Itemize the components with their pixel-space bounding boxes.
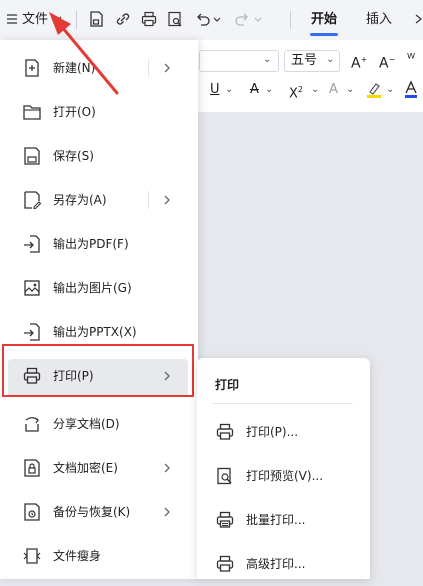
chevron-right-icon[interactable] (160, 58, 174, 78)
save-icon (22, 146, 42, 166)
ribbon-panel: ⌄ 五号 ⌄ A+ A− ᵂ U ⌄ A ⌄ X2 ⌄ A ⌄ ⌄ (195, 40, 423, 113)
shrink-font-icon[interactable]: A− (379, 52, 395, 72)
export-pdf-icon (22, 234, 42, 254)
menu-item-backup[interactable]: 备份与恢复(K) (0, 490, 198, 534)
menu-item-label: 文档加密(E) (53, 461, 118, 475)
font-size-chevron-icon[interactable]: ⌄ (326, 54, 334, 65)
underline-chevron-icon[interactable]: ⌄ (225, 84, 233, 95)
print-icon[interactable] (139, 9, 159, 29)
font-size-value: 五号 (291, 53, 318, 68)
hamburger-menu-icon[interactable] (2, 9, 22, 29)
menu-item-divider (148, 59, 149, 77)
print-submenu: 打印 打印(P)... 打印预览(V)... 批量打印... 高级打印... (197, 358, 370, 579)
menu-item-save[interactable]: 保存(S) (0, 134, 198, 178)
undo-dropdown-icon[interactable] (211, 9, 223, 29)
menu-item-export-image[interactable]: 输出为图片(G) (0, 266, 198, 310)
folder-icon (22, 102, 42, 122)
menu-item-label: 新建(N) (53, 61, 96, 75)
menu-item-label: 保存(S) (53, 149, 94, 163)
menu-item-divider (148, 191, 149, 209)
toolbar-divider (290, 11, 291, 29)
menu-item-label: 打开(O) (53, 105, 96, 119)
highlight-chevron-icon[interactable]: ⌄ (386, 84, 394, 95)
strikethrough-chevron-icon[interactable]: ⌄ (265, 84, 273, 95)
chevron-down-icon[interactable] (51, 9, 65, 29)
strikethrough-icon[interactable]: A (250, 82, 259, 98)
undo-icon[interactable] (193, 9, 213, 29)
submenu-item-label: 打印预览(V)... (246, 469, 324, 483)
more-tabs-icon[interactable] (414, 9, 423, 29)
menu-item-label: 输出为PPTX(X) (53, 325, 137, 339)
submenu-divider (213, 403, 353, 404)
print-preview-icon[interactable] (165, 9, 185, 29)
tab-insert[interactable]: 插入 (366, 11, 392, 29)
underline-icon[interactable]: U (210, 82, 220, 98)
menu-item-open[interactable]: 打开(O) (0, 90, 198, 134)
save-as-icon (22, 190, 42, 210)
font-color-icon[interactable] (404, 80, 418, 100)
chevron-right-icon[interactable] (160, 458, 174, 478)
encrypt-icon (22, 458, 42, 478)
advanced-print-icon (215, 554, 235, 574)
menu-item-label: 输出为图片(G) (53, 281, 132, 295)
menu-item-slim[interactable]: 文件瘦身 (0, 534, 198, 578)
superscript-icon[interactable]: X2 (289, 82, 303, 102)
redo-icon[interactable] (232, 9, 252, 29)
submenu-title: 打印 (215, 378, 240, 392)
menu-item-label: 备份与恢复(K) (53, 505, 131, 519)
submenu-item-label: 打印(P)... (246, 425, 299, 439)
new-file-icon (22, 58, 42, 78)
text-effect-chevron-icon[interactable]: ⌄ (346, 84, 354, 95)
export-pptx-icon (22, 322, 42, 342)
file-menu-button[interactable]: 文件 (22, 11, 48, 29)
printer-icon (215, 422, 235, 442)
menu-item-new[interactable]: 新建(N) (0, 46, 198, 90)
toolbar-divider (76, 11, 77, 29)
menu-item-encrypt[interactable]: 文档加密(E) (0, 446, 198, 490)
chevron-right-icon[interactable] (160, 190, 174, 210)
grow-font-icon[interactable]: A+ (351, 52, 367, 72)
quick-access-toolbar: 文件 开始 插入 (0, 0, 423, 40)
link-icon[interactable] (113, 9, 133, 29)
annotation-highlight-box (2, 344, 194, 397)
submenu-item-advanced-print[interactable]: 高级打印... (197, 542, 370, 586)
redo-dropdown-icon[interactable] (252, 9, 264, 29)
share-icon (22, 414, 42, 434)
submenu-item-label: 批量打印... (246, 513, 306, 527)
export-image-icon (22, 278, 42, 298)
menu-item-save-as[interactable]: 另存为(A) (0, 178, 198, 222)
tab-start[interactable]: 开始 (311, 11, 337, 29)
menu-item-export-pdf[interactable]: 输出为PDF(F) (0, 222, 198, 266)
superscript-chevron-icon[interactable]: ⌄ (311, 84, 319, 95)
chevron-right-icon[interactable] (160, 502, 174, 522)
print-preview-icon (215, 466, 235, 486)
font-name-chevron-icon[interactable]: ⌄ (263, 54, 271, 65)
menu-item-share[interactable]: 分享文档(D) (0, 402, 198, 446)
highlight-color-icon[interactable] (366, 81, 382, 99)
menu-item-label: 输出为PDF(F) (53, 237, 129, 251)
active-tab-indicator (310, 33, 338, 36)
backup-icon (22, 502, 42, 522)
menu-item-label: 另存为(A) (53, 193, 107, 207)
pinyin-guide-icon[interactable]: ᵂ (407, 52, 415, 68)
file-menu-panel: 新建(N) 打开(O) 保存(S) 另存为(A) 输出为PDF(F) 输出为图片 (0, 40, 198, 579)
submenu-item-print[interactable]: 打印(P)... (197, 410, 370, 454)
menu-item-label: 文件瘦身 (53, 549, 102, 563)
batch-print-icon (215, 510, 235, 530)
text-effect-icon[interactable]: A (329, 82, 338, 98)
save-icon[interactable] (86, 9, 106, 29)
menu-item-label: 分享文档(D) (53, 417, 120, 431)
submenu-item-label: 高级打印... (246, 557, 306, 571)
submenu-item-batch-print[interactable]: 批量打印... (197, 498, 370, 542)
submenu-item-print-preview[interactable]: 打印预览(V)... (197, 454, 370, 498)
slim-icon (22, 546, 42, 566)
